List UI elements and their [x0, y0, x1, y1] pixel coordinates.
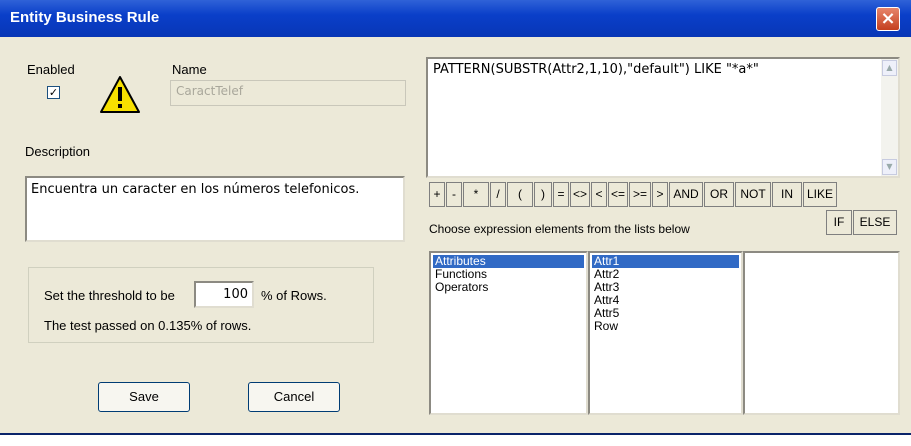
op-close-paren-button[interactable]: )	[534, 182, 552, 207]
expression-hint-text: Choose expression elements from the list…	[429, 222, 690, 236]
list-item-operators[interactable]: Operators	[433, 281, 584, 294]
op-not-button[interactable]: NOT	[735, 182, 771, 207]
operator-toolbar: + - * / ( ) = <> < <= >= > AND OR NOT IN…	[429, 182, 838, 207]
op-minus-button[interactable]: -	[446, 182, 462, 207]
detail-list[interactable]	[743, 251, 900, 415]
op-less-than-button[interactable]: <	[591, 182, 607, 207]
threshold-prefix-label: Set the threshold to be	[44, 288, 175, 303]
op-like-button[interactable]: LIKE	[803, 182, 837, 207]
threshold-input[interactable]: 100	[194, 281, 254, 308]
element-list[interactable]: Attr1 Attr2 Attr3 Attr4 Attr5 Row	[588, 251, 743, 415]
op-if-button[interactable]: IF	[826, 210, 852, 235]
expression-text: PATTERN(SUBSTR(Attr2,1,10),"default") LI…	[433, 62, 759, 77]
op-equals-button[interactable]: =	[553, 182, 569, 207]
description-field[interactable]: Encuentra un caracter en los números tel…	[25, 176, 405, 242]
op-greater-equal-button[interactable]: >=	[629, 182, 651, 207]
op-greater-than-button[interactable]: >	[652, 182, 668, 207]
enabled-label: Enabled	[27, 62, 75, 77]
op-else-button[interactable]: ELSE	[853, 210, 897, 235]
name-field[interactable]: CaractTelef	[170, 80, 406, 106]
name-label: Name	[172, 62, 207, 77]
conditional-toolbar: IF ELSE	[826, 210, 898, 235]
test-result-text: The test passed on 0.135% of rows.	[44, 318, 252, 333]
op-divide-button[interactable]: /	[490, 182, 506, 207]
bottom-border	[0, 433, 911, 446]
threshold-suffix-label: % of Rows.	[261, 288, 327, 303]
warning-icon	[100, 76, 140, 113]
save-button[interactable]: Save	[98, 382, 190, 412]
scroll-up-icon[interactable]: ▲	[882, 60, 897, 76]
list-item-row[interactable]: Row	[592, 320, 739, 333]
window-title: Entity Business Rule	[10, 9, 160, 26]
scroll-down-icon[interactable]: ▼	[882, 159, 897, 175]
op-or-button[interactable]: OR	[704, 182, 734, 207]
op-less-equal-button[interactable]: <=	[608, 182, 628, 207]
op-in-button[interactable]: IN	[772, 182, 802, 207]
enabled-checkbox[interactable]: ✓	[47, 86, 60, 99]
category-list[interactable]: Attributes Functions Operators	[429, 251, 588, 415]
op-open-paren-button[interactable]: (	[507, 182, 533, 207]
title-bar[interactable]: Entity Business Rule ×	[0, 0, 911, 37]
expression-scrollbar[interactable]: ▲ ▼	[881, 59, 898, 176]
op-multiply-button[interactable]: *	[463, 182, 489, 207]
op-and-button[interactable]: AND	[669, 182, 703, 207]
entity-business-rule-dialog: Entity Business Rule × Enabled ✓ Name Ca…	[0, 0, 911, 446]
close-icon[interactable]: ×	[876, 7, 900, 31]
op-plus-button[interactable]: +	[429, 182, 445, 207]
description-label: Description	[25, 144, 91, 159]
expression-editor[interactable]: PATTERN(SUBSTR(Attr2,1,10),"default") LI…	[426, 57, 900, 178]
cancel-button[interactable]: Cancel	[248, 382, 340, 412]
op-not-equal-button[interactable]: <>	[570, 182, 590, 207]
